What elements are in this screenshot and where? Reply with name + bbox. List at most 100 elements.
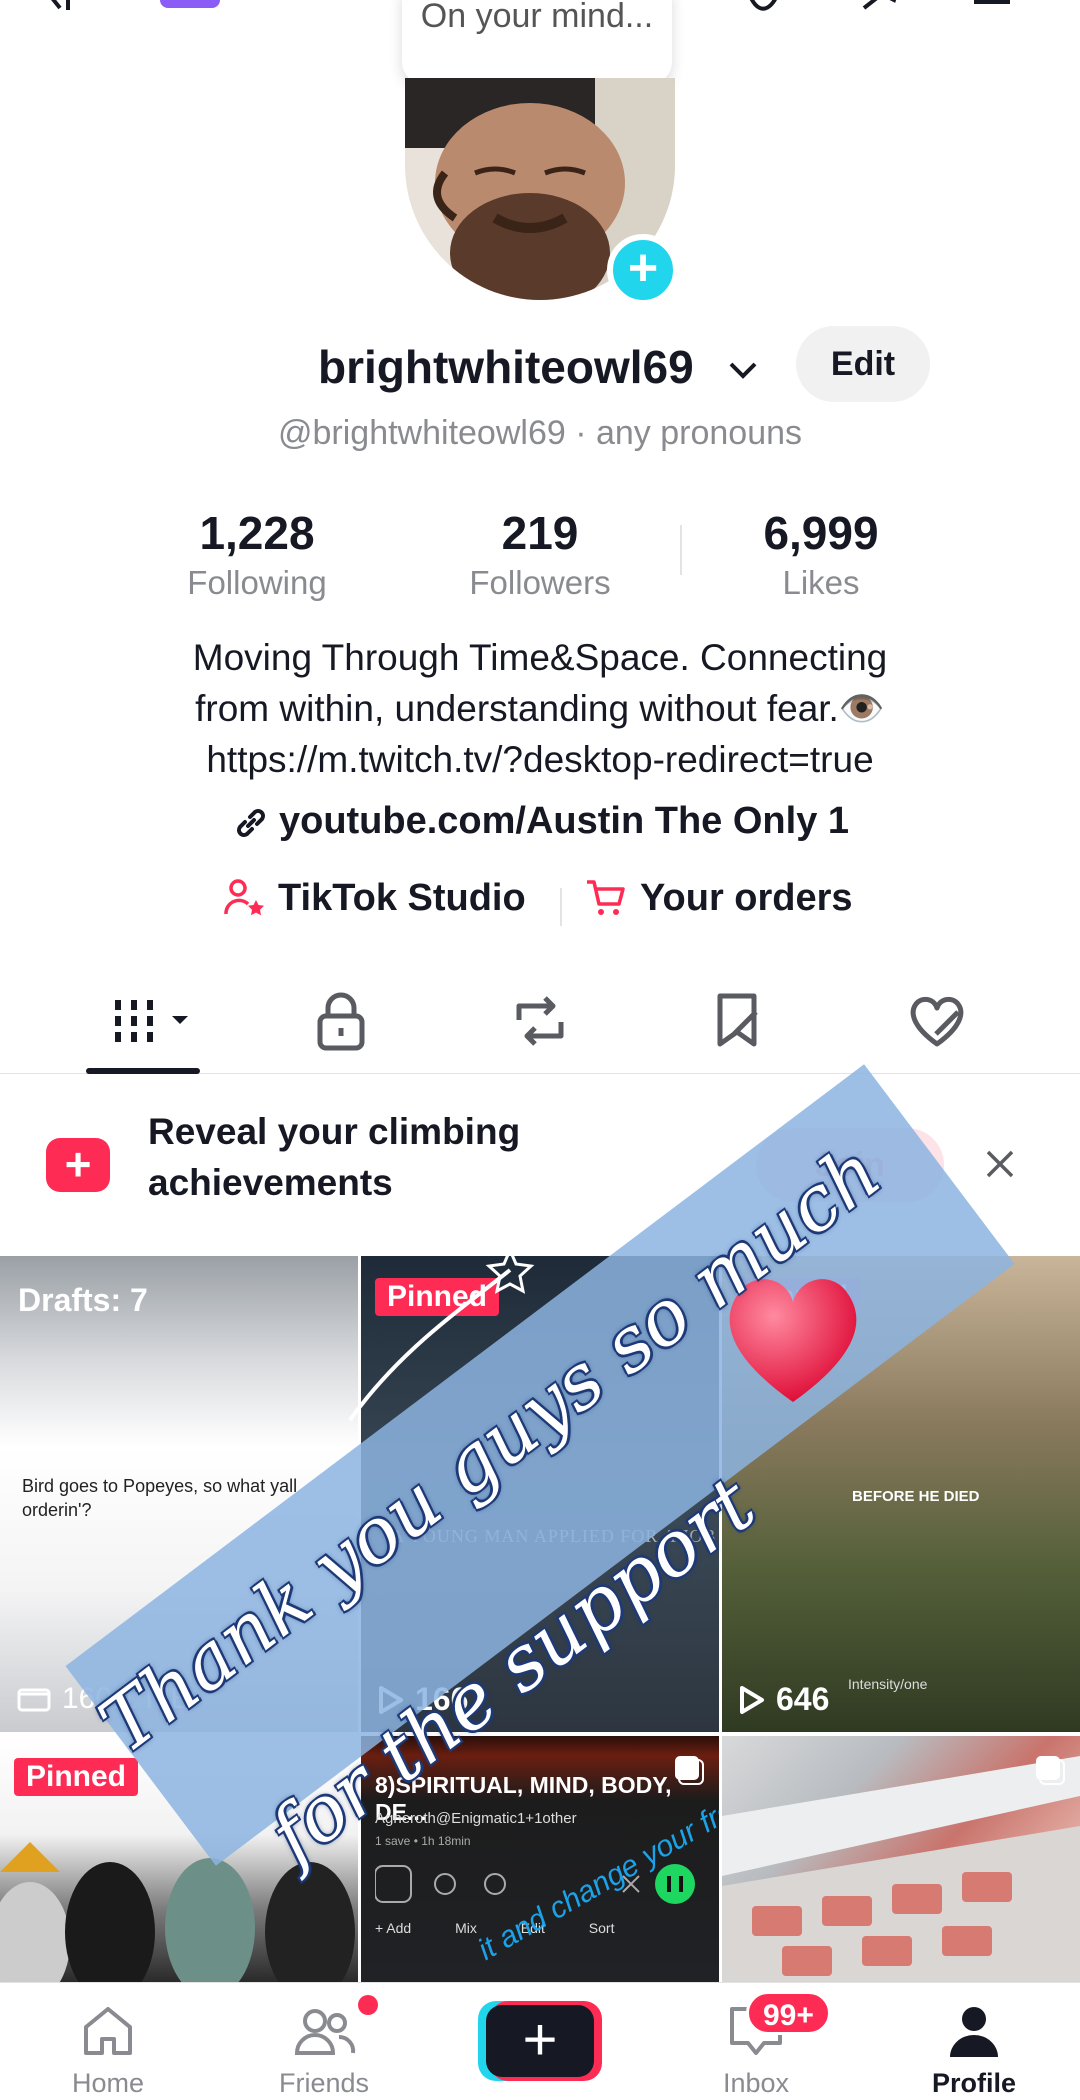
drafts-tile[interactable]: Drafts: 7 Bird goes to Popeyes, so what … <box>0 1256 358 1732</box>
nav-inbox-label: Inbox <box>722 2068 790 2098</box>
playlist-author: Agneroth@Enigmatic1+1other <box>375 1810 577 1827</box>
liked-heart-icon[interactable] <box>902 986 972 1056</box>
stat-divider <box>680 525 682 575</box>
video-caption: A YOUNG MAN APPLIED FOR A JOB <box>391 1526 717 1546</box>
tiktok-studio-button[interactable]: TikTok Studio <box>222 876 526 920</box>
friends-notification-dot <box>358 1995 378 2015</box>
your-orders-label: Your orders <box>640 876 853 919</box>
nav-home[interactable]: Home <box>28 2003 188 2099</box>
banner-text: Reveal your climbing achievements <box>148 1106 520 1208</box>
playlist-button: Sort <box>588 1920 615 1936</box>
stat-label: Following <box>187 564 327 601</box>
videos-grid-tab-icon[interactable] <box>108 986 194 1056</box>
playlist-tile[interactable]: 8)SPIRITUAL, MIND, BODY, DE... Agneroth@… <box>361 1736 719 1982</box>
tiktok-studio-label: TikTok Studio <box>278 876 526 919</box>
edit-profile-button[interactable]: Edit <box>796 326 930 402</box>
banner-line: Reveal your climbing <box>148 1111 521 1152</box>
cart-icon <box>587 880 625 915</box>
pinned-badge: Pinned <box>14 1758 139 1796</box>
stat-label: Followers <box>469 564 611 601</box>
plus-icon: + <box>46 1138 110 1192</box>
profile-stats: 1,228 Following 219 Followers 6,999 Like… <box>0 505 1080 605</box>
create-button[interactable]: + <box>478 2001 602 2081</box>
play-icon <box>379 1685 403 1714</box>
pinned-badge: Pinned <box>375 1278 500 1316</box>
chevron-down-icon[interactable] <box>725 352 761 388</box>
bio-link[interactable]: youtube.com/Austin The Only 1 <box>0 800 1080 843</box>
view-count: 166 <box>377 1681 468 1718</box>
video-tile[interactable] <box>722 1736 1080 1982</box>
active-tab-indicator <box>86 1068 200 1074</box>
join-button[interactable]: Join <box>756 1128 944 1202</box>
view-count-text: 166 <box>415 1681 469 1717</box>
profile-tabs <box>0 980 1080 1074</box>
profile-handle: @brightwhiteowl69 · any pronouns <box>277 414 803 452</box>
stat-likes[interactable]: 6,999 Likes <box>706 505 936 605</box>
multi-photo-icon <box>675 1756 704 1785</box>
menu-icon[interactable] <box>970 0 1014 18</box>
video-tile[interactable]: Pinned A YOUNG MAN APPLIED FOR A JOB 166 <box>361 1256 719 1732</box>
multi-photo-icon <box>1036 1756 1065 1785</box>
share-icon[interactable] <box>860 0 904 18</box>
add-friend-icon[interactable] <box>38 0 82 18</box>
repost-icon[interactable] <box>505 986 575 1056</box>
folder-icon <box>17 1688 51 1712</box>
nav-profile-label: Profile <box>931 2068 1017 2098</box>
stat-followers[interactable]: 219 Followers <box>425 505 655 605</box>
bio-link-text: youtube.com/Austin The Only 1 <box>278 800 850 842</box>
bottom-nav: Home Friends + Inbox 99+ Profile <box>0 1982 1080 2100</box>
video-caption: BEFORE HE DIED <box>852 1488 980 1505</box>
studio-person-star-icon <box>224 879 264 916</box>
stat-following[interactable]: 1,228 Following <box>142 505 372 605</box>
video-grid: Drafts: 7 Bird goes to Popeyes, so what … <box>0 1256 1080 1982</box>
footprint-icon[interactable] <box>745 0 789 18</box>
draft-size: 160.1 MB <box>16 1682 190 1716</box>
video-subcaption: Intensity/one <box>848 1676 928 1692</box>
video-tile[interactable]: Pinned <box>0 1736 358 1982</box>
bio-line: Moving Through Time&Space. Connecting <box>192 637 888 678</box>
lock-icon[interactable] <box>306 986 376 1056</box>
stat-value: 1,228 <box>199 507 315 559</box>
nav-home-label: Home <box>71 2068 145 2098</box>
playlist-meta: 1 save • 1h 18min <box>375 1834 471 1848</box>
draft-caption: Bird goes to Popeyes, so what yall order… <box>22 1476 298 1520</box>
video-tile[interactable]: Pinned BEFORE HE DIED Intensity/one 646 <box>722 1256 1080 1732</box>
bio-line: https://m.twitch.tv/?desktop-redirect=tr… <box>206 739 874 780</box>
creator-shortcuts: TikTok Studio Your orders <box>0 876 1080 936</box>
friends-icon <box>294 2009 356 2055</box>
thought-bubble[interactable]: On your mind... <box>402 0 672 84</box>
favorites-bookmark-icon[interactable] <box>704 986 774 1056</box>
meat-aisle-photo <box>722 1756 1080 1982</box>
profile-icon <box>950 2007 998 2057</box>
achievements-banner: + Reveal your climbing achievements Join <box>0 1076 1080 1256</box>
playlist-button: Mix <box>455 1920 477 1936</box>
banner-line: achievements <box>148 1162 393 1203</box>
add-story-button[interactable]: + <box>607 234 679 306</box>
app-badge-icon[interactable] <box>160 0 220 8</box>
thought-bubble-text: On your mind... <box>420 0 654 35</box>
drafts-count: Drafts: 7 <box>18 1282 148 1318</box>
pinned-badge: Pinned <box>736 1278 861 1316</box>
character-artwork <box>0 1842 355 1982</box>
draft-size-text: 160.1 MB <box>62 1682 191 1715</box>
stat-value: 6,999 <box>763 507 879 559</box>
view-count: 646 <box>738 1681 829 1718</box>
inbox-badge: 99+ <box>746 1991 831 2035</box>
nav-friends[interactable]: Friends <box>244 2003 404 2099</box>
nav-friends-label: Friends <box>278 2068 370 2098</box>
stat-label: Likes <box>782 564 860 601</box>
playlist-button: + Add <box>375 1920 412 1936</box>
plus-icon: + <box>486 2005 594 2077</box>
home-icon <box>84 2007 132 2055</box>
view-count-text: 646 <box>776 1681 830 1717</box>
link-icon <box>236 808 265 837</box>
your-orders-button[interactable]: Your orders <box>584 876 853 920</box>
play-icon <box>740 1685 764 1714</box>
bio-line: from within, understanding without fear.… <box>195 688 885 729</box>
shortcut-divider <box>560 888 562 926</box>
stat-value: 219 <box>501 507 579 559</box>
close-icon[interactable] <box>980 1144 1020 1184</box>
username-row: brightwhiteowl69 Edit <box>0 326 1080 406</box>
nav-profile[interactable]: Profile <box>894 2003 1054 2099</box>
username[interactable]: brightwhiteowl69 <box>318 340 694 394</box>
